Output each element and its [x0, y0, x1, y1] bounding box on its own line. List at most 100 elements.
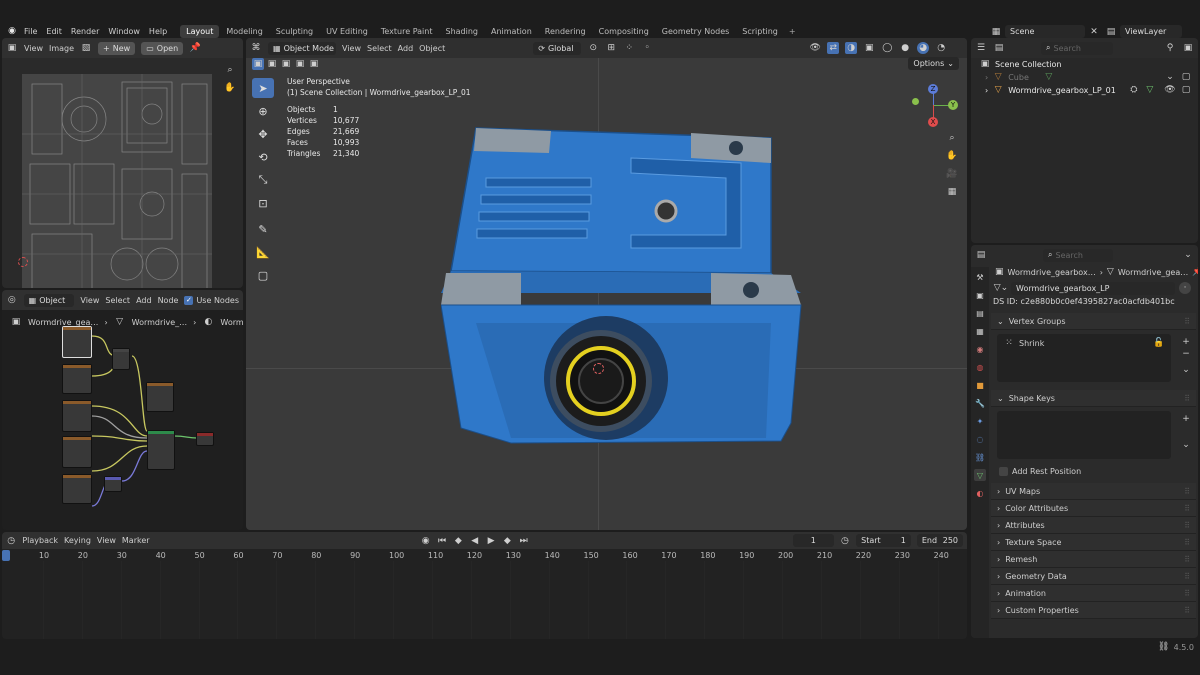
properties-search[interactable]: ⌕ Search: [1043, 248, 1113, 262]
shape-keys-list[interactable]: [997, 411, 1171, 459]
annotate-tool[interactable]: ✎: [252, 219, 274, 239]
section-color-attributes[interactable]: › Color Attributes ⠿: [991, 500, 1196, 517]
pan-hand-icon[interactable]: ✋: [946, 150, 958, 162]
tab-modeling[interactable]: Modeling: [220, 25, 268, 38]
timeline-menu-keying[interactable]: Keying: [64, 536, 91, 545]
drag-handle-icon[interactable]: ⠿: [1184, 487, 1190, 496]
menu-edit[interactable]: Edit: [46, 27, 62, 36]
tab-uv-editing[interactable]: UV Editing: [320, 25, 374, 38]
gizmo-toggle-icon[interactable]: ⇄: [827, 42, 840, 54]
view-layer-tab-icon[interactable]: ▦: [974, 325, 986, 337]
overlay-icon[interactable]: ◑: [845, 42, 858, 54]
select-intersect-icon[interactable]: ▣: [308, 58, 320, 70]
editor-type-icon[interactable]: ◷: [6, 535, 16, 547]
image-texture-node[interactable]: [62, 474, 92, 504]
timeline-menu-playback[interactable]: Playback: [22, 536, 58, 545]
scene-collection-row[interactable]: ▣ Scene Collection: [979, 58, 1192, 71]
viewport-menu-view[interactable]: View: [342, 44, 361, 53]
drag-handle-icon[interactable]: ⠿: [1184, 572, 1190, 581]
image-texture-node[interactable]: [62, 326, 92, 358]
neg-x-handle[interactable]: [912, 98, 919, 105]
node-menu-node[interactable]: Node: [158, 296, 179, 305]
remove-icon[interactable]: −: [1180, 348, 1192, 360]
outliner-item-gearbox[interactable]: › ▽ Wormdrive_gearbox_LP_01 ⛭ ▽ 👁 ▢: [979, 84, 1192, 97]
chevron-down-icon[interactable]: ⌄: [1182, 249, 1194, 261]
world-tab-icon[interactable]: ◍: [974, 361, 986, 373]
material-output-node[interactable]: [196, 432, 214, 446]
tab-animation[interactable]: Animation: [485, 25, 538, 38]
tab-shading[interactable]: Shading: [439, 25, 484, 38]
constraints-tab-icon[interactable]: ⛓: [974, 451, 986, 463]
node-menu-select[interactable]: Select: [105, 296, 130, 305]
material-tab-icon[interactable]: ◐: [974, 487, 986, 499]
hidden-eye-icon[interactable]: ⌄: [1164, 72, 1176, 84]
section-attributes[interactable]: › Attributes ⠿: [991, 517, 1196, 534]
viewport-menu-select[interactable]: Select: [367, 44, 392, 53]
menu-help[interactable]: Help: [149, 27, 167, 36]
ortho-toggle-icon[interactable]: ▦: [946, 186, 958, 198]
node-menu-view[interactable]: View: [80, 296, 99, 305]
section-uv-maps[interactable]: › UV Maps ⠿: [991, 483, 1196, 500]
viewlayer-selector[interactable]: ▤ ViewLayer: [1105, 25, 1182, 38]
pan-hand-icon[interactable]: ✋: [224, 82, 236, 94]
jump-start-icon[interactable]: ⏮: [437, 535, 447, 547]
camera-icon[interactable]: ▢: [1180, 85, 1192, 97]
start-frame-field[interactable]: Start 1: [856, 534, 911, 547]
data-tab-icon[interactable]: ▽: [974, 469, 986, 481]
pin-icon[interactable]: 📌: [1192, 266, 1198, 278]
object-mode-dropdown[interactable]: ▦ Object Mode: [268, 41, 336, 55]
drag-handle-icon[interactable]: ⠿: [1184, 504, 1190, 513]
tab-texture-paint[interactable]: Texture Paint: [375, 25, 439, 38]
section-remesh[interactable]: › Remesh ⠿: [991, 551, 1196, 568]
scene-tab-icon[interactable]: ◉: [974, 343, 986, 355]
menu-render[interactable]: Render: [71, 27, 99, 36]
add-icon[interactable]: +: [1180, 413, 1192, 425]
tab-layout[interactable]: Layout: [180, 24, 220, 38]
add-rest-position-checkbox[interactable]: Add Rest Position: [991, 463, 1196, 479]
transform-tool[interactable]: ⊡: [252, 193, 274, 213]
3d-cursor-icon[interactable]: [593, 363, 604, 374]
section-animation[interactable]: › Animation ⠿: [991, 585, 1196, 602]
tab-scripting[interactable]: Scripting: [736, 25, 784, 38]
playhead[interactable]: [2, 550, 10, 561]
tab-rendering[interactable]: Rendering: [539, 25, 592, 38]
outliner-search[interactable]: ⌕ Search: [1041, 41, 1113, 55]
wireframe-shading-icon[interactable]: ◯: [881, 42, 893, 54]
scale-tool[interactable]: ⤡: [252, 170, 274, 190]
timeline-menu-marker[interactable]: Marker: [122, 536, 150, 545]
solid-shading-icon[interactable]: ●: [899, 42, 911, 54]
tab-compositing[interactable]: Compositing: [593, 25, 655, 38]
vertex-group-item[interactable]: ⁙ Shrink 🔓: [997, 334, 1171, 352]
drag-handle-icon[interactable]: ⠿: [1184, 589, 1190, 598]
zoom-icon[interactable]: ⌕: [946, 132, 958, 144]
options-button[interactable]: Options ⌄: [908, 57, 959, 70]
color-node[interactable]: [146, 382, 174, 412]
menu-window[interactable]: Window: [108, 27, 140, 36]
jump-end-icon[interactable]: ⏭: [519, 535, 529, 547]
particles-tab-icon[interactable]: ✦: [974, 415, 986, 427]
rendered-shading-icon[interactable]: ◔: [935, 42, 947, 54]
node-menu-add[interactable]: Add: [136, 296, 152, 305]
mesh-name-field[interactable]: Wormdrive_gearbox_LP: [1011, 281, 1175, 295]
prev-key-icon[interactable]: ◆: [453, 535, 463, 547]
snap-target-icon[interactable]: ⁘: [623, 42, 635, 54]
add-icon[interactable]: +: [1180, 336, 1192, 348]
new-image-button[interactable]: + New: [98, 41, 136, 55]
visibility-icon[interactable]: 👁: [809, 42, 821, 54]
play-reverse-icon[interactable]: ◀: [470, 535, 480, 547]
camera-icon[interactable]: ▢: [1180, 72, 1192, 84]
proportional-edit-icon[interactable]: ◦: [641, 42, 653, 54]
xray-icon[interactable]: ▣: [863, 42, 875, 54]
scene-selector[interactable]: ▦ Scene ✕: [990, 25, 1100, 38]
viewport-menu-object[interactable]: Object: [419, 44, 445, 53]
x-axis-handle[interactable]: X: [928, 117, 938, 127]
drag-handle-icon[interactable]: ⠿: [1184, 555, 1190, 564]
eye-icon[interactable]: 👁: [1164, 85, 1176, 97]
image-browse-icon[interactable]: ▧: [80, 42, 92, 54]
cursor-tool[interactable]: ⊕: [252, 101, 274, 121]
new-collection-icon[interactable]: ▣: [1182, 42, 1194, 54]
filter-icon[interactable]: ⚲: [1164, 42, 1176, 54]
editor-type-icon[interactable]: ▣: [6, 42, 18, 54]
select-new-icon[interactable]: ▣: [252, 58, 264, 70]
image-texture-node[interactable]: [62, 364, 92, 394]
